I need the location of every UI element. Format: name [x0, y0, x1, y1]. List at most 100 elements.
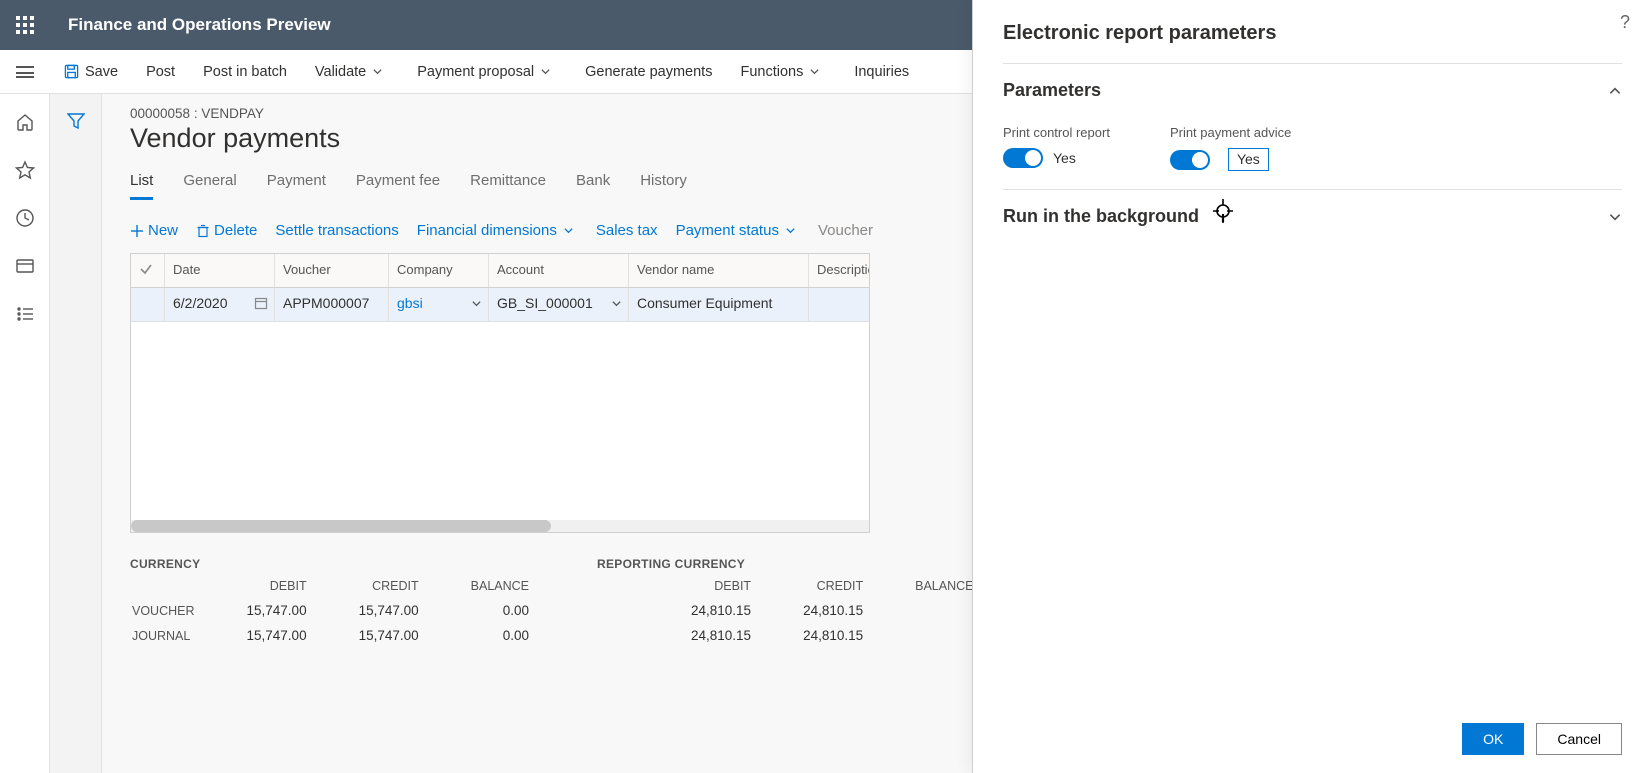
tab-remittance[interactable]: Remittance	[470, 172, 546, 200]
chevron-down-icon[interactable]	[1608, 210, 1622, 224]
cell-vendor[interactable]: Consumer Equipment	[629, 288, 809, 321]
left-rail	[0, 94, 50, 773]
save-button[interactable]: Save	[50, 50, 132, 94]
cur-value: 24,810.15	[763, 624, 873, 647]
chevron-down-icon	[785, 225, 796, 236]
cur-value: 0.00	[431, 624, 539, 647]
horizontal-scrollbar[interactable]	[131, 520, 869, 532]
help-icon[interactable]: ?	[1620, 12, 1630, 33]
cancel-button[interactable]: Cancel	[1536, 723, 1622, 755]
inquiries-button[interactable]: Inquiries	[840, 50, 923, 94]
calendar-icon[interactable]	[254, 296, 268, 310]
parameters-panel: ? Electronic report parameters Parameter…	[972, 0, 1652, 773]
app-launcher-icon[interactable]	[0, 0, 50, 50]
section-parameters: Parameters Print control report Yes Prin…	[1003, 63, 1622, 189]
plus-icon	[130, 224, 144, 238]
cur-value	[875, 599, 983, 622]
star-icon[interactable]	[15, 160, 35, 180]
tab-bank[interactable]: Bank	[576, 172, 610, 200]
post-in-batch-button[interactable]: Post in batch	[189, 50, 301, 94]
toggle-value: Yes	[1228, 148, 1269, 171]
trash-icon	[196, 224, 210, 238]
validate-button[interactable]: Validate	[301, 50, 403, 94]
payment-status-button[interactable]: Payment status	[676, 222, 800, 239]
field-print-control: Print control report Yes	[1003, 125, 1110, 171]
col-vendor[interactable]: Vendor name	[629, 254, 809, 287]
generate-payments-button[interactable]: Generate payments	[571, 50, 726, 94]
new-button[interactable]: New	[130, 222, 178, 239]
print-control-toggle[interactable]	[1003, 148, 1043, 168]
col-date[interactable]: Date	[165, 254, 275, 287]
modules-icon[interactable]	[15, 304, 35, 324]
reporting-currency-title: REPORTING CURRENCY	[597, 557, 985, 571]
cur-value: 15,747.00	[207, 599, 317, 622]
cell-voucher[interactable]: APPM000007	[275, 288, 389, 321]
ok-button[interactable]: OK	[1462, 723, 1524, 755]
recent-icon[interactable]	[15, 208, 35, 228]
cur-value: 15,747.00	[319, 599, 429, 622]
currency-title: CURRENCY	[130, 557, 541, 571]
nav-toggle-icon[interactable]	[0, 50, 50, 94]
tab-general[interactable]: General	[183, 172, 236, 200]
check-icon	[139, 262, 153, 276]
cur-value: 15,747.00	[319, 624, 429, 647]
voucher-button[interactable]: Voucher	[818, 222, 873, 239]
payment-proposal-button[interactable]: Payment proposal	[403, 50, 571, 94]
row-voucher: VOUCHER	[132, 599, 205, 622]
tab-history[interactable]: History	[640, 172, 687, 200]
panel-title: Electronic report parameters	[1003, 22, 1622, 45]
table-row[interactable]: 6/2/2020 APPM000007 gbsi GB_SI_000001 Co…	[131, 288, 869, 322]
col-debit: DEBIT	[207, 579, 317, 597]
home-icon[interactable]	[15, 112, 35, 132]
tab-payment-fee[interactable]: Payment fee	[356, 172, 440, 200]
workspace-icon[interactable]	[15, 256, 35, 276]
chevron-down-icon	[372, 66, 383, 77]
cur-value: 15,747.00	[207, 624, 317, 647]
select-all-checkbox[interactable]	[131, 254, 165, 287]
print-advice-toggle[interactable]	[1170, 150, 1210, 170]
col-description[interactable]: Description	[809, 254, 869, 287]
sales-tax-button[interactable]: Sales tax	[596, 222, 658, 239]
cur-value: 24,810.15	[763, 599, 873, 622]
settle-button[interactable]: Settle transactions	[275, 222, 398, 239]
cur-value: 24,810.15	[651, 624, 761, 647]
panel-footer: OK Cancel	[973, 705, 1652, 773]
col-account[interactable]: Account	[489, 254, 629, 287]
chevron-down-icon	[563, 225, 574, 236]
grid-header: Date Voucher Company Account Vendor name…	[131, 254, 869, 288]
field-print-advice: Print payment advice Yes	[1170, 125, 1291, 171]
section-title: Parameters	[1003, 80, 1608, 101]
col-balance: BALANCE	[431, 579, 539, 597]
delete-button[interactable]: Delete	[196, 222, 257, 239]
section-title: Run in the background	[1003, 206, 1608, 227]
tab-payment[interactable]: Payment	[267, 172, 326, 200]
cur-value: 24,810.15	[651, 599, 761, 622]
cell-description[interactable]	[809, 288, 869, 321]
row-selector[interactable]	[131, 288, 165, 321]
toggle-value: Yes	[1053, 150, 1076, 166]
functions-button[interactable]: Functions	[726, 50, 840, 94]
col-voucher[interactable]: Voucher	[275, 254, 389, 287]
cur-value: 0.00	[431, 599, 539, 622]
financial-dimensions-button[interactable]: Financial dimensions	[417, 222, 578, 239]
chevron-down-icon[interactable]	[471, 298, 482, 309]
col-balance: BALANCE	[875, 579, 983, 597]
cell-account[interactable]: GB_SI_000001	[489, 288, 629, 321]
post-button[interactable]: Post	[132, 50, 189, 94]
save-icon	[64, 64, 79, 79]
tab-list[interactable]: List	[130, 172, 153, 200]
chevron-down-icon[interactable]	[611, 298, 622, 309]
col-debit: DEBIT	[651, 579, 761, 597]
filter-icon[interactable]	[67, 112, 85, 130]
app-title: Finance and Operations Preview	[68, 15, 331, 35]
row-journal: JOURNAL	[132, 624, 205, 647]
filter-gutter	[50, 94, 102, 773]
chevron-up-icon[interactable]	[1608, 84, 1622, 98]
cell-date[interactable]: 6/2/2020	[165, 288, 275, 321]
col-credit: CREDIT	[763, 579, 873, 597]
field-label: Print payment advice	[1170, 125, 1291, 140]
col-company[interactable]: Company	[389, 254, 489, 287]
field-label: Print control report	[1003, 125, 1110, 140]
chevron-down-icon	[540, 66, 551, 77]
cell-company[interactable]: gbsi	[389, 288, 489, 321]
